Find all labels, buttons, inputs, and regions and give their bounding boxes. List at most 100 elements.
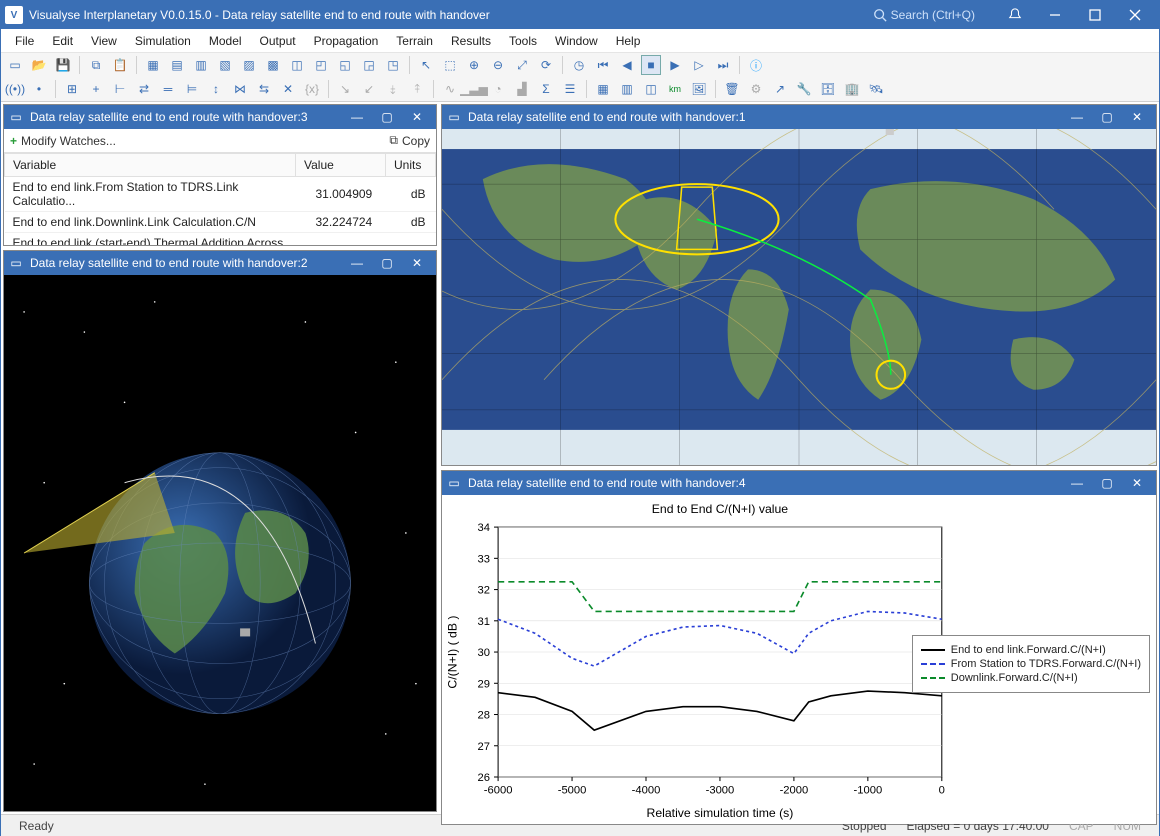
op2-icon[interactable]: ↙ xyxy=(359,79,379,99)
tool-b-icon[interactable]: ▤ xyxy=(167,55,187,75)
tool-d-icon[interactable]: ▧ xyxy=(215,55,235,75)
table-row[interactable]: End to end link.From Station to TDRS.Lin… xyxy=(5,177,436,212)
plus-icon[interactable]: + xyxy=(86,79,106,99)
dot-icon[interactable]: • xyxy=(29,79,49,99)
open-icon[interactable]: 📂 xyxy=(29,55,49,75)
modify-watches-button[interactable]: +Modify Watches... xyxy=(10,134,116,148)
link-icon[interactable]: ⇄ xyxy=(134,79,154,99)
plot-icon[interactable]: ◫ xyxy=(641,79,661,99)
sort-icon[interactable]: ↕ xyxy=(206,79,226,99)
clock-icon[interactable]: ◷ xyxy=(569,55,589,75)
col-units[interactable]: Units xyxy=(386,154,436,177)
menu-window[interactable]: Window xyxy=(547,32,606,50)
map-window-titlebar[interactable]: ▭ Data relay satellite end to end route … xyxy=(442,105,1156,129)
chart-window-titlebar[interactable]: ▭ Data relay satellite end to end route … xyxy=(442,471,1156,495)
tool-i-icon[interactable]: ◱ xyxy=(335,55,355,75)
menu-model[interactable]: Model xyxy=(201,32,250,50)
km-icon[interactable]: km xyxy=(665,79,685,99)
pane-minimize-button[interactable]: — xyxy=(342,256,372,270)
pane-maximize-button[interactable]: ▢ xyxy=(1092,110,1122,124)
menu-propagation[interactable]: Propagation xyxy=(306,32,387,50)
link2-icon[interactable]: ↗ xyxy=(770,79,790,99)
pointer-icon[interactable]: ↖ xyxy=(416,55,436,75)
minimize-button[interactable] xyxy=(1035,1,1075,29)
globe-viewport[interactable] xyxy=(4,275,436,811)
tool-f-icon[interactable]: ▩ xyxy=(263,55,283,75)
table-row[interactable]: End to end link.Downlink.Link Calculatio… xyxy=(5,212,436,233)
pane-close-button[interactable]: ✕ xyxy=(402,256,432,270)
pane-close-button[interactable]: ✕ xyxy=(402,110,432,124)
step-back-icon[interactable]: ◀ xyxy=(617,55,637,75)
tool-c-icon[interactable]: ▥ xyxy=(191,55,211,75)
new-icon[interactable]: ▭ xyxy=(5,55,25,75)
menu-simulation[interactable]: Simulation xyxy=(127,32,199,50)
rewind-icon[interactable]: ⏮ xyxy=(593,55,613,75)
maximize-button[interactable] xyxy=(1075,1,1115,29)
list-icon[interactable]: ☰ xyxy=(560,79,580,99)
cfg-icon[interactable]: ⚙ xyxy=(746,79,766,99)
copy-button[interactable]: ⧉Copy xyxy=(389,133,430,148)
zoom-fit-icon[interactable]: ⤢ xyxy=(512,55,532,75)
op4-icon[interactable]: ⤉ xyxy=(407,79,427,99)
close-button[interactable] xyxy=(1115,1,1155,29)
menu-terrain[interactable]: Terrain xyxy=(388,32,441,50)
select-icon[interactable]: ⬚ xyxy=(440,55,460,75)
op1-icon[interactable]: ↘ xyxy=(335,79,355,99)
step-fwd-icon[interactable]: ▷ xyxy=(689,55,709,75)
tool-a-icon[interactable]: ▦ xyxy=(143,55,163,75)
tool-k-icon[interactable]: ◳ xyxy=(383,55,403,75)
var-icon[interactable]: {x} xyxy=(302,79,322,99)
bar-icon[interactable]: ▁▃▅ xyxy=(464,79,484,99)
col-value[interactable]: Value xyxy=(296,154,386,177)
paste-icon[interactable]: 📋 xyxy=(110,55,130,75)
zoom-in-icon[interactable]: ⊕ xyxy=(464,55,484,75)
col-variable[interactable]: Variable xyxy=(5,154,296,177)
swap-icon[interactable]: ⇆ xyxy=(254,79,274,99)
chart-icon[interactable]: ▥ xyxy=(617,79,637,99)
pane-close-button[interactable]: ✕ xyxy=(1122,476,1152,490)
pane-maximize-button[interactable]: ▢ xyxy=(1092,476,1122,490)
watch-window-titlebar[interactable]: ▭ Data relay satellite end to end route … xyxy=(4,105,436,129)
zoom-out-icon[interactable]: ⊖ xyxy=(488,55,508,75)
pane-close-button[interactable]: ✕ xyxy=(1122,110,1152,124)
bld-icon[interactable]: 🏢 xyxy=(842,79,862,99)
tool-g-icon[interactable]: ◫ xyxy=(287,55,307,75)
menu-output[interactable]: Output xyxy=(252,32,304,50)
area-icon[interactable]: ▟ xyxy=(512,79,532,99)
pane-minimize-button[interactable]: — xyxy=(1062,110,1092,124)
info-icon[interactable]: ⓘ xyxy=(746,55,766,75)
table-row[interactable]: End to end link.(start-end).Thermal Addi… xyxy=(5,233,436,246)
notifications-icon[interactable] xyxy=(995,1,1035,29)
chart-viewport[interactable]: End to End C/(N+I) value2627282930313233… xyxy=(442,495,1156,824)
bin-icon[interactable]: 🗑 xyxy=(722,79,742,99)
db-icon[interactable]: 🗄 xyxy=(818,79,838,99)
copy-icon[interactable]: ⧉ xyxy=(86,55,106,75)
graph-icon[interactable]: ∿ xyxy=(440,79,460,99)
menu-edit[interactable]: Edit xyxy=(44,32,81,50)
tool-j-icon[interactable]: ◲ xyxy=(359,55,379,75)
pane-maximize-button[interactable]: ▢ xyxy=(372,256,402,270)
stop-icon[interactable]: ■ xyxy=(641,55,661,75)
tool-e-icon[interactable]: ▨ xyxy=(239,55,259,75)
sat-icon[interactable]: 🛰 xyxy=(866,79,886,99)
segment-icon[interactable]: ⊢ xyxy=(110,79,130,99)
pie-icon[interactable]: ◔ xyxy=(488,79,508,99)
op3-icon[interactable]: ⤈ xyxy=(383,79,403,99)
menu-view[interactable]: View xyxy=(83,32,125,50)
search-box[interactable]: Search (Ctrl+Q) xyxy=(873,8,975,22)
refresh-icon[interactable]: ⟳ xyxy=(536,55,556,75)
grid-icon[interactable]: ⊞ xyxy=(62,79,82,99)
menu-results[interactable]: Results xyxy=(443,32,499,50)
menu-file[interactable]: File xyxy=(7,32,42,50)
ffwd-icon[interactable]: ⏭ xyxy=(713,55,733,75)
menu-help[interactable]: Help xyxy=(608,32,649,50)
cross-icon[interactable]: ✕ xyxy=(278,79,298,99)
globe-window-titlebar[interactable]: ▭ Data relay satellite end to end route … xyxy=(4,251,436,275)
hline-icon[interactable]: ═ xyxy=(158,79,178,99)
pane-minimize-button[interactable]: — xyxy=(342,110,372,124)
net-icon[interactable]: ⋈ xyxy=(230,79,250,99)
table-icon[interactable]: ▦ xyxy=(593,79,613,99)
play-icon[interactable]: ▶ xyxy=(665,55,685,75)
map-viewport[interactable] xyxy=(442,129,1156,465)
tool-h-icon[interactable]: ◰ xyxy=(311,55,331,75)
